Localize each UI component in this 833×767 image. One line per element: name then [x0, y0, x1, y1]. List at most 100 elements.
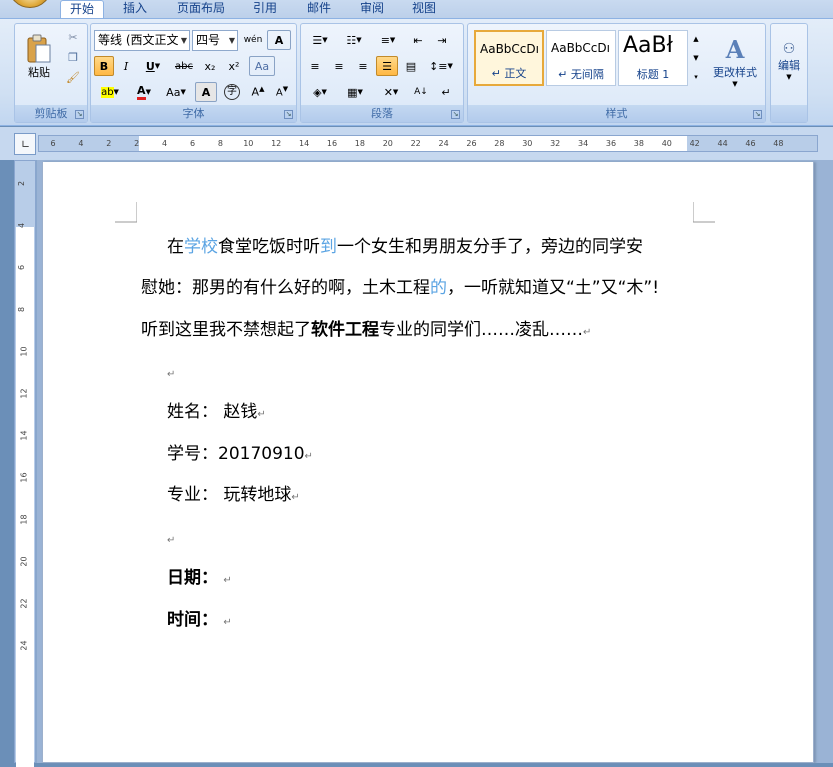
- horizontal-ruler[interactable]: 6 4 2 2 4 6 8 10 12 14 16 18 20 22 24 26 28 30 32 34 36 38 40 4…: [38, 135, 818, 152]
- align-right-icon: ≡: [358, 59, 368, 73]
- tab-references[interactable]: 引用: [253, 0, 277, 18]
- office-button[interactable]: [8, 0, 52, 8]
- tab-selector-button[interactable]: ∟: [14, 133, 36, 155]
- paragraph-line-2[interactable]: 慰她：那男的有什么好的啊，土木工程的，一听就知道又“土”又“木”!: [141, 276, 659, 300]
- font-name-value: 等线 (西文正文: [98, 33, 179, 47]
- empty-line-1[interactable]: ↵: [167, 360, 175, 387]
- italic-button[interactable]: I: [116, 56, 136, 76]
- style-preview: AaBbCcDı: [480, 42, 539, 56]
- paragraph-launcher[interactable]: ↘: [451, 110, 460, 119]
- font-launcher[interactable]: ↘: [284, 110, 293, 119]
- ruler-tick-label: 24: [438, 139, 449, 148]
- binoculars-icon: ⚇: [782, 41, 796, 57]
- cut-button[interactable]: ✂: [63, 28, 83, 46]
- empty-line-2[interactable]: ↵: [167, 526, 175, 553]
- ribbon-tab-bar: 开始 插入 页面布局 引用 邮件 审阅 视图: [0, 0, 833, 18]
- time-line[interactable]: 时间： ↵: [167, 608, 232, 635]
- distributed-button[interactable]: ▤: [400, 56, 422, 76]
- shading-button[interactable]: ◈ ▼: [304, 82, 336, 102]
- styles-scroll-down[interactable]: ▼: [689, 49, 703, 67]
- font-name-combo[interactable]: 等线 (西文正文 ▼: [94, 30, 190, 51]
- shrink-font-button[interactable]: A▼: [271, 82, 293, 102]
- paste-button[interactable]: 粘贴: [19, 28, 59, 86]
- format-painter-button[interactable]: 🖌: [63, 68, 83, 86]
- numbering-button[interactable]: ☷ ▼: [338, 30, 370, 50]
- student-id-line[interactable]: 学号：20170910↵: [167, 442, 313, 469]
- multilevel-list-button[interactable]: ≡ ▼: [372, 30, 404, 50]
- vertical-ruler[interactable]: 2 4 6 8 10 12 14 16 18 20 22 24: [14, 160, 36, 767]
- tab-review[interactable]: 审阅: [360, 0, 384, 18]
- ruler-tick-label: 30: [522, 139, 533, 148]
- clear-format-button[interactable]: Aa: [249, 56, 275, 76]
- paragraph-line-3[interactable]: 听到这里我不禁想起了软件工程专业的同学们……凌乱……↵: [141, 318, 591, 345]
- editing-button[interactable]: ⚇ 编辑 ▼: [772, 28, 806, 94]
- copy-button[interactable]: ❐: [63, 48, 83, 66]
- style-no-spacing[interactable]: AaBbCcDı ↵ 无间隔: [546, 30, 616, 86]
- styles-more[interactable]: ▾: [689, 68, 703, 86]
- styles-launcher[interactable]: ↘: [753, 110, 762, 119]
- strikethrough-button[interactable]: abc: [171, 56, 197, 76]
- bold-icon: B: [99, 59, 109, 73]
- align-left-button[interactable]: ≡: [304, 56, 326, 76]
- style-preview: AaBbCcDı: [551, 41, 610, 55]
- tab-mailings[interactable]: 邮件: [307, 0, 331, 18]
- date-line[interactable]: 日期： ↵: [167, 566, 232, 593]
- change-case-button[interactable]: Aa ▼: [161, 82, 191, 102]
- align-center-button[interactable]: ≡: [328, 56, 350, 76]
- sort-button[interactable]: A↓: [409, 82, 433, 102]
- grow-font-button[interactable]: A▲: [247, 82, 269, 102]
- styles-group-label: 样式: [468, 105, 765, 122]
- major-line[interactable]: 专业： 玩转地球↵: [167, 483, 300, 510]
- decrease-indent-button[interactable]: ⇤: [407, 30, 429, 50]
- vruler-tick-label: 14: [19, 430, 29, 441]
- phonetic-guide-button[interactable]: wén: [241, 30, 265, 50]
- tab-page-layout[interactable]: 页面布局: [177, 0, 225, 18]
- tab-view[interactable]: 视图: [412, 0, 436, 18]
- tab-insert[interactable]: 插入: [123, 0, 147, 18]
- tab-home[interactable]: 开始: [60, 0, 105, 18]
- ruler-tick-label: 18: [354, 139, 365, 148]
- paragraph-line-1[interactable]: 在学校食堂吃饭时听到一个女生和男朋友分手了，旁边的同学安: [167, 235, 643, 259]
- superscript-button[interactable]: x²: [223, 56, 245, 76]
- char-border-button[interactable]: A: [267, 30, 291, 50]
- style-normal[interactable]: AaBbCcDı ↵ 正文: [474, 30, 544, 86]
- ruler-tick-label: 26: [466, 139, 477, 148]
- font-color-button[interactable]: A ▼: [129, 82, 159, 102]
- bold-button[interactable]: B: [94, 56, 114, 76]
- paragraph-mark: ↵: [167, 369, 176, 380]
- ruler-tick-label: 2: [134, 139, 140, 148]
- increase-indent-button[interactable]: ⇥: [431, 30, 453, 50]
- chinese-layout-icon: ✕: [383, 85, 393, 99]
- line-spacing-button[interactable]: ↕≡ ▼: [425, 56, 457, 76]
- change-styles-button[interactable]: A 更改样式 ▼: [706, 28, 764, 94]
- document-page[interactable]: 在学校食堂吃饭时听到一个女生和男朋友分手了，旁边的同学安 慰她：那男的有什么好的…: [42, 162, 814, 763]
- text-run: 听到这里我不禁想起了: [141, 320, 311, 340]
- ruler-tick-label: 6: [189, 139, 196, 148]
- shrink-font-icon: A▼: [275, 85, 289, 99]
- style-heading-1[interactable]: AaBł 标题 1: [618, 30, 688, 86]
- chinese-layout-button[interactable]: ✕ ▼: [375, 82, 407, 102]
- justify-button[interactable]: ☰: [376, 56, 398, 76]
- ruler-tick-label: 2: [106, 139, 112, 148]
- vruler-tick-label: 22: [19, 598, 29, 609]
- align-right-button[interactable]: ≡: [352, 56, 374, 76]
- clipboard-launcher[interactable]: ↘: [75, 110, 84, 119]
- char-shading-button[interactable]: A: [195, 82, 217, 102]
- borders-button[interactable]: ▦ ▼: [339, 82, 371, 102]
- highlight-button[interactable]: ab ▼: [94, 82, 126, 102]
- underline-button[interactable]: U ▼: [138, 56, 168, 76]
- show-marks-button[interactable]: ↵: [435, 82, 457, 102]
- ruler-tick-label: 34: [578, 139, 589, 148]
- chevron-down-icon: ▼: [180, 36, 187, 45]
- font-size-combo[interactable]: 四号 ▼: [192, 30, 238, 51]
- strikethrough-icon: abc: [175, 60, 193, 72]
- enclose-char-button[interactable]: 字: [221, 82, 243, 102]
- superscript-icon: x²: [228, 59, 240, 73]
- text-run-blue: 的: [430, 278, 447, 298]
- styles-scroll-up[interactable]: ▲: [689, 30, 703, 48]
- name-line[interactable]: 姓名： 赵钱↵: [167, 400, 266, 427]
- bullets-button[interactable]: ☰ ▼: [304, 30, 336, 50]
- align-center-icon: ≡: [334, 59, 344, 73]
- tab-stop-icon: ∟: [21, 138, 31, 151]
- subscript-button[interactable]: x₂: [199, 56, 221, 76]
